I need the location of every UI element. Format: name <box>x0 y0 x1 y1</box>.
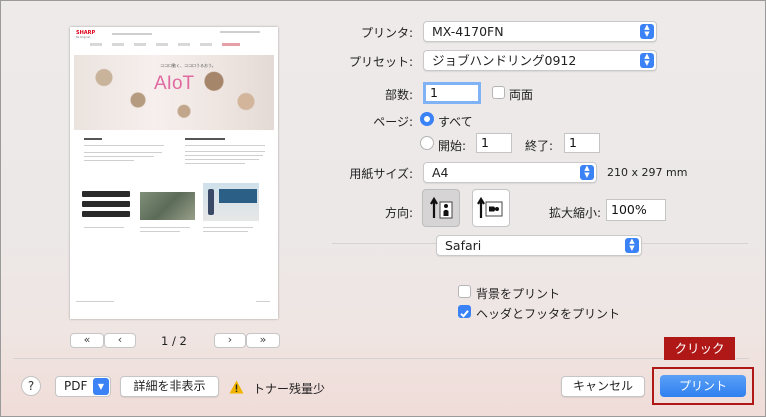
portrait-orientation-icon <box>430 196 453 219</box>
hero-text: AIoT <box>154 73 195 94</box>
print-backgrounds-label: 背景をプリント <box>476 287 561 301</box>
paper-size-label: 用紙サイズ: <box>349 167 413 181</box>
first-page-button[interactable]: « <box>70 333 104 348</box>
header-footer-checkbox[interactable] <box>458 305 471 318</box>
scale-field[interactable]: 100% <box>606 199 666 221</box>
print-backgrounds-checkbox[interactable] <box>458 285 471 298</box>
product-image-recorders <box>82 187 132 221</box>
sharp-logo-sub: Be Original. <box>76 36 91 39</box>
pdf-menu-button[interactable]: PDF ▼ <box>55 376 111 397</box>
app-section-popup[interactable]: Safari ▲ ▼ <box>436 235 642 256</box>
chevron-updown-icon: ▲ ▼ <box>640 24 654 39</box>
pages-range-radio[interactable] <box>420 136 434 150</box>
click-callout: クリック <box>664 337 735 360</box>
pages-all-label: すべて <box>438 115 473 129</box>
landscape-orientation-button[interactable] <box>472 189 510 227</box>
last-page-button[interactable]: » <box>246 333 280 348</box>
print-button[interactable]: プリント <box>660 375 746 397</box>
checkmark-icon <box>460 310 469 318</box>
preset-popup[interactable]: ジョブハンドリング0912 ▲ ▼ <box>423 50 657 71</box>
help-button[interactable]: ? <box>21 376 41 396</box>
to-field[interactable]: 1 <box>564 133 600 153</box>
printer-popup[interactable]: MX-4170FN ▲ ▼ <box>423 21 657 42</box>
chevron-updown-icon: ▲ ▼ <box>580 165 594 180</box>
pages-label: ページ: <box>373 115 413 129</box>
from-field[interactable]: 1 <box>476 133 512 153</box>
prev-page-button[interactable]: ‹ <box>104 333 136 348</box>
landscape-orientation-icon <box>477 196 503 218</box>
header-footer-label: ヘッダとフッタをプリント <box>476 307 621 321</box>
chevron-updown-icon: ▲ ▼ <box>625 238 639 253</box>
orientation-label: 方向: <box>384 206 413 220</box>
warning-icon <box>229 379 244 394</box>
page-indicator: 1 / 2 <box>161 334 187 348</box>
print-dialog: SHARP Be Original. ココロ動く、ココロうるおう。 AIoT «… <box>0 0 766 417</box>
product-image-display <box>203 183 259 221</box>
to-label: 終了: <box>525 139 554 153</box>
product-image-board <box>140 192 195 220</box>
toner-low-warning: トナー残量少 <box>253 382 326 396</box>
portrait-orientation-button[interactable] <box>422 189 460 227</box>
print-preview-page: SHARP Be Original. ココロ動く、ココロうるおう。 AIoT <box>70 27 278 319</box>
paper-dimensions: 210 x 297 mm <box>607 166 688 179</box>
hide-details-button[interactable]: 詳細を非表示 <box>120 376 219 397</box>
chevron-down-icon: ▼ <box>93 378 109 395</box>
next-page-button[interactable]: › <box>214 333 246 348</box>
pages-all-radio[interactable] <box>420 112 434 126</box>
scale-label: 拡大縮小: <box>548 206 601 220</box>
preset-label: プリセット: <box>348 55 413 69</box>
copies-field[interactable]: 1 <box>423 82 481 104</box>
hero-caption: ココロ動く、ココロうるおう。 <box>160 63 216 68</box>
paper-size-popup[interactable]: A4 ▲ ▼ <box>423 162 597 183</box>
two-sided-checkbox[interactable] <box>492 86 505 99</box>
copies-label: 部数: <box>384 88 413 102</box>
chevron-updown-icon: ▲ ▼ <box>640 53 654 68</box>
cancel-button[interactable]: キャンセル <box>561 376 645 397</box>
from-label: 開始: <box>438 139 467 153</box>
printer-label: プリンタ: <box>360 26 413 40</box>
two-sided-label: 両面 <box>509 88 534 102</box>
